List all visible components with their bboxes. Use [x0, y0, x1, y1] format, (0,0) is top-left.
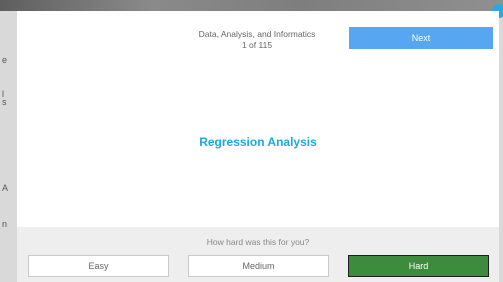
next-button[interactable]: Next	[349, 27, 493, 49]
flashcard-modal: Data, Analysis, and Informatics 1 of 115…	[17, 11, 499, 282]
background-page-right	[499, 11, 503, 282]
difficulty-rating-panel: How hard was this for you? Easy Medium H…	[17, 227, 499, 282]
rating-prompt: How hard was this for you?	[206, 237, 310, 247]
background-page-strip	[0, 0, 503, 11]
deck-title: Data, Analysis, and Informatics	[198, 29, 316, 39]
deck-header: Data, Analysis, and Informatics 1 of 115	[157, 29, 357, 51]
background-text-fragment: s	[2, 97, 7, 107]
card-progress: 1 of 115	[241, 40, 273, 50]
hard-button[interactable]: Hard	[348, 255, 489, 277]
background-text-fragment: n	[2, 219, 8, 229]
card-term: Regression Analysis	[199, 135, 317, 149]
medium-button[interactable]: Medium	[188, 255, 329, 277]
easy-button[interactable]: Easy	[28, 255, 169, 277]
background-text-fragment: A	[2, 183, 9, 193]
background-page-left: e l s A n	[0, 11, 17, 282]
background-text-fragment: e	[2, 55, 8, 65]
